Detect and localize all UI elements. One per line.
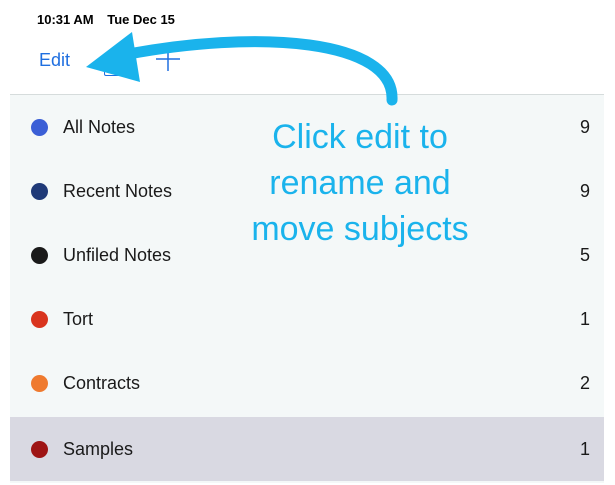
status-bar: 10:31 AM Tue Dec 15 bbox=[37, 12, 185, 27]
status-time: 10:31 AM bbox=[37, 12, 94, 27]
color-dot bbox=[31, 246, 48, 264]
annotation-line: move subjects bbox=[251, 210, 469, 248]
subject-row-contracts[interactable]: Contracts 2 bbox=[10, 351, 604, 415]
color-dot bbox=[31, 310, 48, 328]
color-dot bbox=[31, 440, 48, 458]
status-date: Tue Dec 15 bbox=[107, 12, 175, 27]
color-dot bbox=[31, 118, 48, 136]
subject-label: Tort bbox=[63, 308, 94, 329]
subject-count: 5 bbox=[579, 244, 590, 265]
color-dot bbox=[31, 374, 48, 392]
color-dot bbox=[31, 182, 48, 200]
subject-label: Contracts bbox=[63, 372, 141, 393]
plus-icon[interactable] bbox=[155, 46, 181, 72]
toolbar: Edit bbox=[0, 40, 615, 92]
subject-row-samples[interactable]: Samples 1 bbox=[10, 417, 604, 481]
subject-label: Samples bbox=[63, 438, 134, 459]
subject-row-tort[interactable]: Tort 1 bbox=[10, 287, 604, 351]
annotation-line: Click edit to bbox=[272, 118, 448, 156]
edit-button[interactable]: Edit bbox=[39, 50, 70, 71]
subject-count: 9 bbox=[579, 180, 590, 201]
subject-count: 2 bbox=[579, 372, 590, 393]
subject-count: 9 bbox=[579, 116, 590, 137]
subject-count: 1 bbox=[579, 438, 590, 459]
annotation-line: rename and bbox=[269, 164, 451, 202]
folder-icon[interactable] bbox=[104, 62, 124, 76]
subject-count: 1 bbox=[579, 308, 590, 329]
annotation-callout: Click edit to rename and move subjects bbox=[210, 114, 510, 252]
